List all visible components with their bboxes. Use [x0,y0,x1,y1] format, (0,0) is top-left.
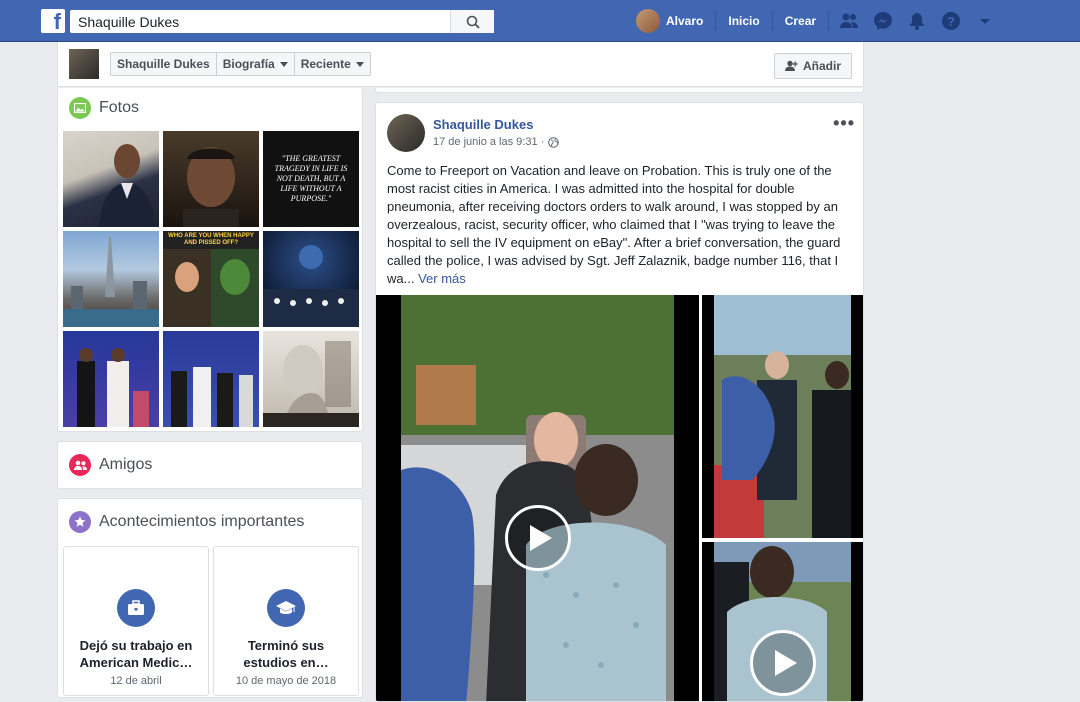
photo-thumbnail[interactable] [163,131,259,227]
create-link[interactable]: Crear [771,11,828,31]
user-profile-link[interactable]: Alvaro [636,9,715,33]
search-box [70,10,494,33]
friends-icon[interactable] [839,11,859,31]
life-events-card: Acontecimientos importantes Dejó su trab… [57,498,363,698]
friends-icon [69,454,91,476]
life-event-card[interactable]: Terminó sus estudios en… 10 de mayo de 2… [213,546,359,696]
see-more-link[interactable]: Ver más [418,271,466,286]
facebook-logo-icon[interactable]: f [41,9,65,34]
photos-icon [69,97,91,119]
post-author-name[interactable]: Shaquille Dukes [433,117,533,132]
briefcase-icon [117,589,155,627]
life-event-card[interactable]: Dejó su trabajo en American Medic… 12 de… [63,546,209,696]
life-event-date: 10 de mayo de 2018 [235,675,337,687]
account-dropdown-icon[interactable] [975,11,995,31]
life-event-title: Dejó su trabajo en American Medic… [79,638,193,670]
tab-biografia[interactable]: Biografía [217,53,295,75]
top-nav-right: Alvaro Inicio Crear ? [636,8,995,34]
post-options-icon[interactable]: ••• [833,113,855,134]
home-link[interactable]: Inicio [715,11,771,31]
play-button-icon[interactable] [750,630,816,696]
help-icon[interactable]: ? [941,11,961,31]
add-friend-button[interactable]: Añadir [773,53,852,79]
post-card: Shaquille Dukes 17 de junio a las 9:31 ·… [375,102,864,702]
search-input[interactable] [70,10,450,33]
tab-reciente[interactable]: Reciente [295,53,370,75]
post-video-tertiary[interactable] [702,542,863,701]
add-friend-icon [784,60,798,71]
photo-thumbnail[interactable] [263,331,359,427]
svg-text:?: ? [947,14,955,29]
play-button-icon[interactable] [505,505,571,571]
tab-reciente-label: Reciente [300,57,351,71]
photo-thumbnail[interactable] [263,231,359,327]
tab-profile-name[interactable]: Shaquille Dukes [111,53,217,75]
post-video-main[interactable] [376,295,699,701]
top-navigation-bar: f Alvaro Inicio Crear ? [0,0,1080,42]
user-name: Alvaro [666,14,704,28]
photo-thumbnail[interactable] [163,331,259,427]
graduation-cap-icon [267,589,305,627]
photos-card: Fotos "THE GREATEST TRAGEDY IN LIFE IS N… [57,88,363,432]
friends-title: Amigos [99,456,153,473]
friends-header[interactable]: Amigos [69,454,152,476]
profile-navigation-strip: Shaquille Dukes Biografía Reciente Añadi… [57,42,864,87]
photos-title: Fotos [99,99,140,116]
bell-icon[interactable] [907,11,927,31]
photos-header[interactable]: Fotos [69,97,139,119]
add-friend-label: Añadir [802,59,841,73]
profile-thumbnail[interactable] [69,49,99,79]
photo-thumbnail[interactable] [63,331,159,427]
post-body: Come to Freeport on Vacation and leave o… [387,163,841,286]
post-meta: 17 de junio a las 9:31 · [433,136,560,148]
photo-meme-thumbnail[interactable]: WHO ARE YOU WHEN HAPPY AND PISSED OFF? [163,231,259,327]
post-author-avatar[interactable] [387,114,425,152]
life-event-date: 12 de abril [110,675,162,687]
globe-icon[interactable] [548,136,560,148]
profile-tabs: Shaquille Dukes Biografía Reciente [110,52,371,76]
chevron-down-icon [279,61,288,67]
user-avatar [636,9,660,33]
search-button[interactable] [450,10,494,33]
search-icon [466,15,480,29]
post-video-secondary[interactable] [702,295,863,538]
photo-thumbnail[interactable] [63,231,159,327]
friends-card: Amigos [57,441,363,489]
post-time[interactable]: 17 de junio a las 9:31 · [433,136,544,148]
nav-icons-group: ? [828,11,995,31]
photo-quote-thumbnail[interactable]: "THE GREATEST TRAGEDY IN LIFE IS NOT DEA… [263,131,359,227]
messenger-icon[interactable] [873,11,893,31]
star-icon [69,511,91,533]
composer-stub [375,88,864,93]
photo-thumbnail[interactable] [63,131,159,227]
life-events-title: Acontecimientos importantes [99,513,305,530]
life-events-header[interactable]: Acontecimientos importantes [69,511,304,533]
photos-grid: "THE GREATEST TRAGEDY IN LIFE IS NOT DEA… [63,131,359,427]
life-event-title: Terminó sus estudios en… [243,638,329,670]
chevron-down-icon [355,61,364,67]
tab-biografia-label: Biografía [222,57,275,71]
tab-profile-name-label: Shaquille Dukes [117,57,210,71]
post-text: Come to Freeport on Vacation and leave o… [387,162,857,288]
quote-text: "THE GREATEST TRAGEDY IN LIFE IS NOT DEA… [274,154,348,203]
